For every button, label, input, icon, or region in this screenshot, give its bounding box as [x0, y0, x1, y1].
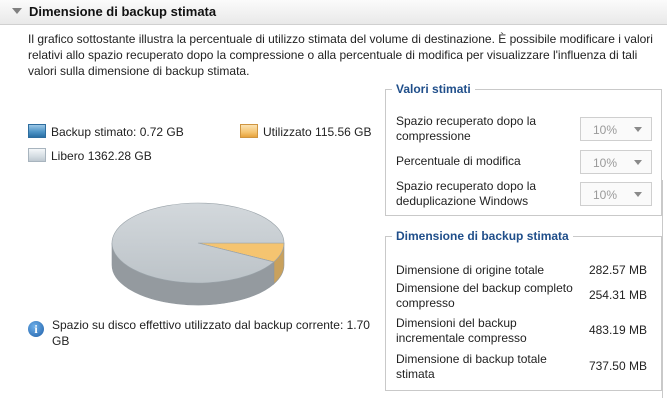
legend-free-value: 1362.28 GB: [87, 149, 152, 163]
change-rate-label: Percentuale di modifica: [396, 154, 521, 168]
dimensione-backup-title: Dimensione di backup stimata: [396, 229, 569, 243]
incremental-backup-value: 483.19 MB: [588, 323, 647, 337]
legend-item-used: Utilizzato 115.56 GB: [240, 124, 372, 139]
chevron-down-icon[interactable]: [634, 127, 642, 132]
vertical-scrollbar[interactable]: [662, 180, 667, 398]
dedup-select-value: 10%: [593, 188, 618, 202]
section-title: Dimensione di backup stimata: [29, 4, 217, 19]
chevron-down-icon[interactable]: [634, 192, 642, 197]
collapse-chevron-icon[interactable]: [12, 8, 22, 14]
total-backup-label: Dimensione di backup totale stimata: [396, 352, 547, 381]
full-backup-label: Dimensione del backup completo compresso: [396, 281, 573, 310]
dedup-label: Spazio recuperato dopo la deduplicazione…: [396, 179, 537, 208]
usage-pie-chart: [111, 202, 285, 306]
full-backup-value: 254.31 MB: [588, 288, 647, 302]
valori-stimati-title: Valori stimati: [396, 82, 471, 96]
compression-label: Spazio recuperato dopo la compressione: [396, 114, 537, 143]
change-rate-select-value: 10%: [593, 156, 618, 170]
legend-backup-value: 0.72 GB: [139, 125, 184, 139]
dimensione-backup-group: Dimensione di backup stimata Dimensione …: [385, 229, 662, 391]
chevron-down-icon[interactable]: [634, 160, 642, 165]
change-rate-select[interactable]: 10%: [580, 150, 652, 174]
legend-free-label: Libero: [51, 149, 85, 163]
total-backup-value: 737.50 MB: [588, 359, 647, 373]
compression-select[interactable]: 10%: [580, 117, 652, 141]
total-source-label: Dimensione di origine totale: [396, 263, 545, 277]
section-description: Il grafico sottostante illustra la perce…: [28, 32, 653, 78]
total-source-value: 282.57 MB: [588, 263, 647, 277]
section-header[interactable]: Dimensione di backup stimata: [0, 0, 667, 25]
legend-backup-label: Backup stimato:: [51, 125, 137, 139]
valori-stimati-group: Valori stimati Spazio recuperato dopo la…: [385, 82, 662, 216]
incremental-backup-label: Dimensioni del backup incrementale compr…: [396, 316, 527, 345]
used-swatch-icon: [240, 124, 258, 138]
pie-top: [111, 202, 285, 284]
pie-slice-libero: [111, 202, 285, 284]
info-icon: i: [28, 321, 44, 337]
legend-used-label: Utilizzato: [263, 125, 312, 139]
dedup-select[interactable]: 10%: [580, 182, 652, 206]
free-swatch-icon: [28, 148, 46, 162]
info-text: Spazio su disco effettivo utilizzato dal…: [52, 318, 370, 348]
legend-item-backup: Backup stimato: 0.72 GB: [28, 124, 184, 139]
compression-select-value: 10%: [593, 123, 618, 137]
legend-used-value: 115.56 GB: [315, 125, 372, 139]
legend-item-free: Libero 1362.28 GB: [28, 148, 152, 163]
backup-swatch-icon: [28, 124, 46, 138]
